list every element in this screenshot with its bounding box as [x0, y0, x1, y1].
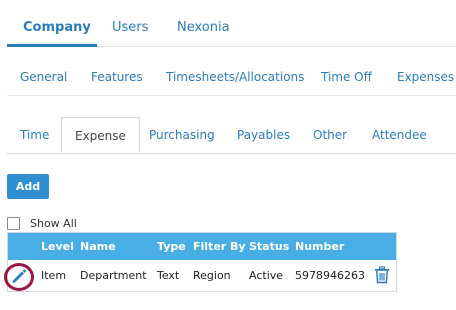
expense-fields-table: Level Name Type Filter By Status Number …: [4, 232, 397, 292]
cell-name: Department: [80, 269, 147, 282]
tab-other[interactable]: Other: [313, 128, 347, 142]
subnav-features[interactable]: Features: [91, 70, 143, 84]
column-header-type[interactable]: Type: [157, 240, 186, 253]
tab-users[interactable]: Users: [112, 20, 148, 35]
column-header-name[interactable]: Name: [80, 240, 116, 253]
tab-attendee[interactable]: Attendee: [372, 128, 427, 142]
column-header-status[interactable]: Status: [249, 240, 289, 253]
cell-filter-by: Region: [193, 269, 231, 282]
tab-nexonia[interactable]: Nexonia: [177, 20, 230, 35]
tab-payables[interactable]: Payables: [237, 128, 290, 142]
column-header-number[interactable]: Number: [295, 240, 344, 253]
table-header: Level Name Type Filter By Status Number: [8, 233, 396, 260]
show-all-checkbox[interactable]: [7, 216, 20, 230]
section-tabs: Time Expense Purchasing Payables Other A…: [7, 117, 456, 154]
cell-status: Active: [249, 269, 284, 282]
pencil-icon: [10, 267, 28, 288]
column-header-filter-by[interactable]: Filter By: [193, 240, 246, 253]
cell-number: 5978946263: [295, 269, 365, 282]
subnav-time-off[interactable]: Time Off: [321, 70, 372, 84]
trash-icon[interactable]: [374, 266, 390, 287]
column-header-level[interactable]: Level: [41, 240, 74, 253]
active-tab-indicator: [7, 44, 97, 47]
subnav-general[interactable]: General: [20, 70, 67, 84]
settings-sub-navigation: General Features Timesheets/Allocations …: [7, 55, 456, 96]
tab-purchasing[interactable]: Purchasing: [149, 128, 215, 142]
edit-button[interactable]: [4, 263, 34, 291]
add-button[interactable]: Add: [7, 174, 49, 199]
tab-expense[interactable]: Expense: [61, 117, 140, 153]
cell-level: Item: [41, 269, 67, 282]
show-all-label: Show All: [30, 216, 77, 230]
subnav-expenses[interactable]: Expenses: [397, 70, 454, 84]
cell-type: Text: [157, 269, 180, 282]
tab-time[interactable]: Time: [20, 128, 49, 142]
show-all-control[interactable]: Show All: [7, 216, 77, 230]
top-navigation: Company Users Nexonia: [7, 0, 456, 47]
tab-company[interactable]: Company: [23, 20, 91, 35]
subnav-timesheets-allocations[interactable]: Timesheets/Allocations: [166, 70, 304, 84]
